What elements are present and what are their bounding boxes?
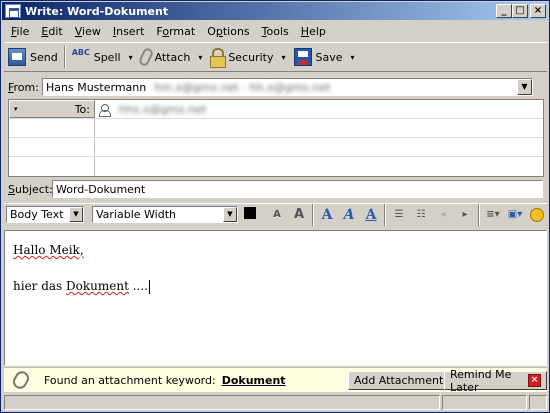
status-bar (4, 394, 547, 411)
indent-icon[interactable]: ▸ (456, 206, 474, 224)
maximize-button[interactable]: □ (512, 4, 528, 18)
outdent-icon[interactable]: ◂ (434, 206, 452, 224)
reminder-keyword: Dokument (221, 373, 286, 387)
send-button[interactable]: Send (4, 44, 62, 70)
attach-label: Attach (154, 50, 191, 64)
menu-edit[interactable]: Edit (35, 25, 68, 38)
menu-help[interactable]: Help (295, 25, 332, 38)
paragraph-style-value: Body Text (10, 208, 64, 221)
address-row-empty[interactable] (9, 119, 543, 138)
toolbar-separator (384, 203, 386, 226)
paperclip-icon (137, 46, 154, 68)
address-type-dropdown-icon: ▾ (14, 105, 18, 113)
spell-label: Spell (93, 50, 121, 64)
decrease-font-size-icon[interactable]: A (268, 206, 286, 224)
recipient-address: hhx.x@gmx.net (119, 102, 207, 116)
smiley-icon[interactable] (530, 207, 544, 222)
from-address: hm.x@gmx.net - hh.x@gmx.net (154, 80, 331, 94)
close-button[interactable]: × (530, 4, 546, 18)
bulleted-list-icon[interactable]: ☰ (390, 206, 408, 224)
compose-window-icon (5, 4, 21, 18)
font-select[interactable]: Variable Width ▼ (92, 206, 238, 223)
subject-row: Subject: Word-Dokument (4, 180, 547, 198)
from-label: From: (8, 80, 39, 94)
text-color-picker[interactable] (244, 206, 261, 224)
subject-input[interactable]: Word-Dokument (52, 180, 543, 198)
title-bar: Write: Word-Dokument _ □ × (2, 2, 548, 20)
addressing-widget: ▾ To: hhx.x@gmx.net (8, 99, 544, 177)
spell-dropdown-icon[interactable]: ▾ (129, 53, 133, 62)
body-text-a: hier das (13, 279, 67, 293)
main-toolbar: Send ABC Spell ▾ Attach ▾ Security ▾ Sav… (4, 42, 547, 72)
paragraph-style-select[interactable]: Body Text ▼ (6, 206, 84, 223)
from-row: From: Hans Mustermann hm.x@gmx.net - hh.… (4, 77, 547, 97)
send-label: Send (30, 50, 58, 64)
bold-icon[interactable]: A (318, 206, 336, 224)
text-caret (149, 279, 150, 294)
menu-options[interactable]: Options (201, 25, 255, 38)
recipient-input[interactable]: hhx.x@gmx.net (95, 100, 543, 118)
security-dropdown-icon[interactable]: ▾ (282, 53, 286, 62)
window-title: Write: Word-Dokument (25, 4, 169, 18)
paperclip-icon (10, 368, 32, 392)
attach-button[interactable]: Attach ▾ (137, 44, 207, 70)
align-icon[interactable]: ≡▾ (484, 206, 502, 224)
body-line: hier das Dokument .... (13, 277, 538, 295)
address-type-select[interactable]: ▾ To: (9, 100, 95, 118)
message-body-editor[interactable]: Hallo Meik, hier das Dokument .... (4, 230, 547, 366)
increase-font-size-icon[interactable]: A (290, 206, 308, 224)
chevron-down-icon: ▼ (69, 207, 83, 222)
minimize-button[interactable]: _ (496, 4, 512, 18)
address-row: ▾ To: hhx.x@gmx.net (9, 100, 543, 119)
italic-icon[interactable]: A (340, 206, 358, 224)
save-dropdown-icon[interactable]: ▾ (351, 53, 355, 62)
menu-view[interactable]: View (69, 25, 107, 38)
close-icon[interactable]: × (528, 374, 541, 387)
format-toolbar: Body Text ▼ Variable Width ▼ A A A A A ☰… (4, 203, 547, 226)
menu-insert[interactable]: Insert (107, 25, 151, 38)
floppy-disk-icon (293, 48, 312, 66)
menu-format[interactable]: Format (150, 25, 201, 38)
body-line: Hallo Meik, (13, 241, 538, 259)
toolbar-separator (63, 46, 66, 68)
progress-panel (442, 395, 527, 410)
address-row-empty[interactable] (9, 157, 543, 176)
resize-grip[interactable] (529, 395, 547, 410)
from-name: Hans Mustermann (46, 80, 147, 94)
from-dropdown-arrow-icon[interactable]: ▼ (517, 79, 532, 95)
chevron-down-icon: ▼ (223, 207, 237, 222)
address-row-empty[interactable] (9, 138, 543, 157)
menu-bar: File Edit View Insert Format Options Too… (5, 22, 332, 40)
numbered-list-icon[interactable]: ☷ (412, 206, 430, 224)
lock-icon (210, 48, 227, 68)
body-greeting: Hallo Meik, (13, 243, 84, 257)
security-button[interactable]: Security ▾ (206, 44, 289, 70)
person-icon (99, 103, 111, 117)
attachment-reminder-bar: Found an attachment keyword: Dokument Ad… (4, 367, 547, 394)
toolbar-separator (478, 203, 480, 226)
menu-file[interactable]: File (5, 25, 35, 38)
underline-icon[interactable]: A (362, 206, 380, 224)
insert-image-icon[interactable]: ▣▾ (506, 206, 524, 224)
spell-button[interactable]: ABC Spell ▾ (68, 44, 137, 70)
attach-dropdown-icon[interactable]: ▾ (198, 53, 202, 62)
subject-label: Subject: (8, 182, 53, 196)
security-label: Security (228, 50, 274, 64)
add-attachment-button[interactable]: Add Attachment... (348, 371, 460, 390)
from-select[interactable]: Hans Mustermann hm.x@gmx.net - hh.x@gmx.… (42, 78, 533, 96)
save-button[interactable]: Save ▾ (290, 44, 359, 70)
reminder-message: Found an attachment keyword: (44, 373, 216, 387)
address-type-label: To: (74, 102, 90, 116)
menu-tools[interactable]: Tools (256, 25, 295, 38)
spell-check-icon: ABC (71, 48, 90, 57)
toolbar-separator (312, 203, 314, 226)
body-text-b: Dokument (66, 279, 129, 293)
save-label: Save (315, 50, 343, 64)
body-text-c: .... (128, 279, 148, 293)
compose-window: Write: Word-Dokument _ □ × File Edit Vie… (0, 0, 550, 413)
status-panel (4, 395, 440, 410)
font-value: Variable Width (96, 208, 176, 221)
send-icon (8, 48, 26, 66)
